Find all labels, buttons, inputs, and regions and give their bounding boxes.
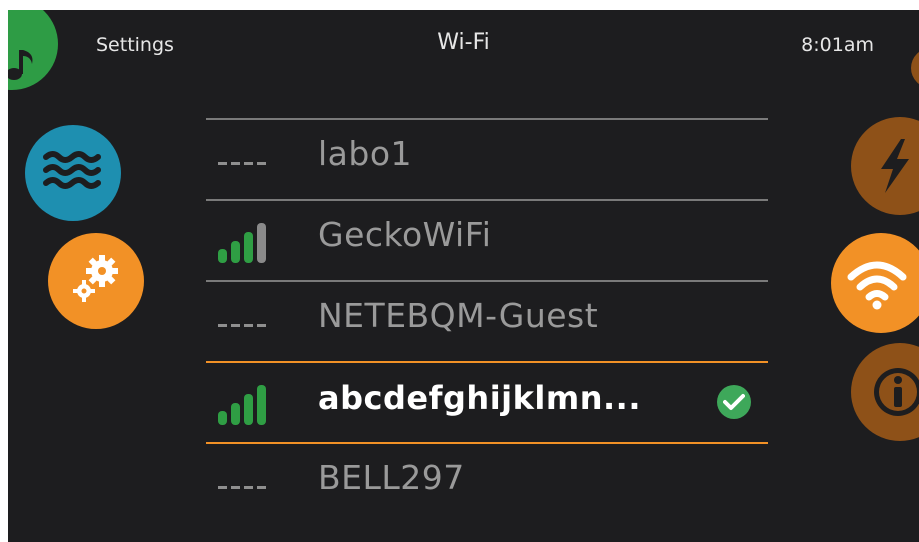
signal-strength-icon (218, 223, 274, 263)
network-name: GeckoWiFi (318, 215, 492, 254)
settings-gears-button[interactable] (48, 233, 144, 329)
network-row[interactable]: labo1 (206, 120, 768, 200)
wifi-icon (845, 257, 909, 315)
page-title: Wi-Fi (437, 30, 490, 55)
network-name: NETEBQM-Guest (318, 296, 599, 335)
connected-check-icon (717, 385, 751, 419)
no-signal-icon (218, 142, 274, 182)
clock: 8:01am (801, 34, 874, 56)
network-name: labo1 (318, 134, 413, 173)
power-button[interactable] (851, 117, 919, 215)
network-row-selected[interactable]: abcdefghijklmn... (206, 363, 768, 443)
network-row[interactable]: GeckoWiFi (206, 201, 768, 281)
signal-strength-icon (218, 385, 274, 425)
network-name: abcdefghijklmn... (318, 379, 641, 417)
network-row[interactable]: BELL297 (206, 444, 768, 498)
music-note-icon (8, 46, 36, 86)
gears-icon (68, 251, 124, 311)
wifi-button[interactable] (831, 233, 919, 333)
network-row[interactable]: NETEBQM-Guest (206, 282, 768, 362)
network-list[interactable]: labo1 GeckoWiFi NETEBQM-Guest abcdefghij… (206, 118, 768, 498)
no-signal-icon (218, 304, 274, 344)
network-name: BELL297 (318, 458, 465, 497)
info-button[interactable] (851, 343, 919, 441)
water-waves-icon (42, 149, 104, 197)
wifi-settings-screen: Settings Wi-Fi 8:01am labo1 GeckoWiFi NE… (8, 10, 919, 542)
info-icon (871, 365, 919, 423)
water-button[interactable] (25, 125, 121, 221)
music-button[interactable] (8, 10, 58, 90)
no-signal-icon (218, 466, 274, 498)
lightning-bolt-icon (875, 139, 915, 197)
